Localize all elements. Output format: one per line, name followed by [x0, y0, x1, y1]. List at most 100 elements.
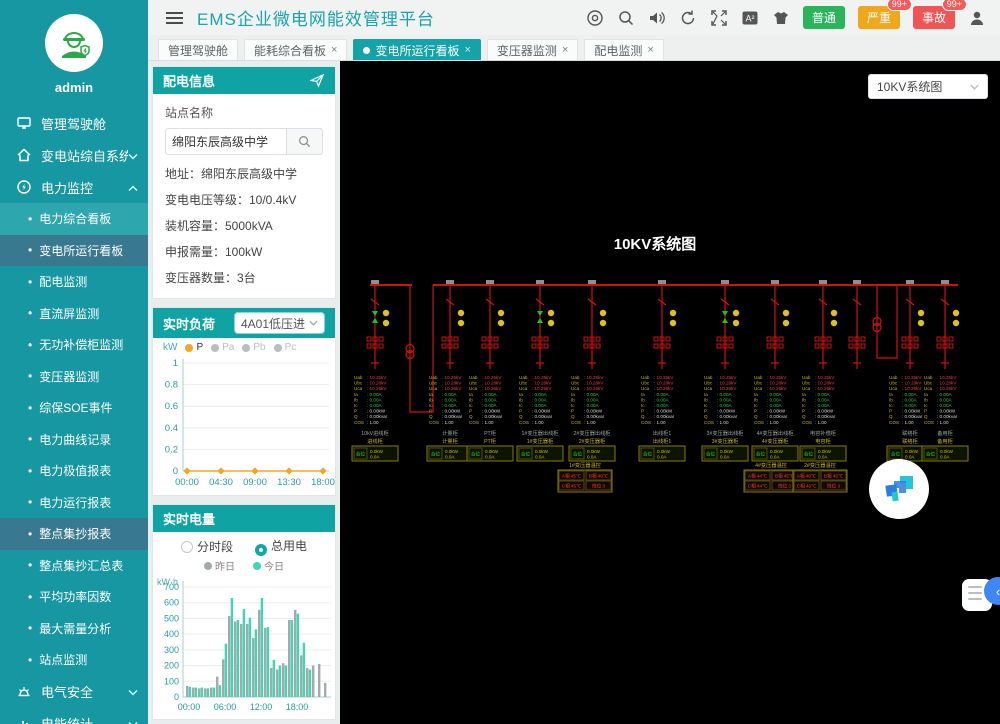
- search-icon[interactable]: [617, 9, 635, 27]
- svg-text:B相 46℃: B相 46℃: [589, 473, 608, 480]
- alarm-badge-严重[interactable]: 严重99+: [858, 6, 900, 29]
- svg-text:: 0.00kvar: : 0.00kvar: [482, 414, 503, 419]
- tab-变电所运行看板[interactable]: 变电所运行看板×: [353, 39, 480, 60]
- svg-text:合位: 合位: [756, 451, 766, 458]
- diagram-select[interactable]: 10KV系统图: [868, 74, 988, 99]
- menu-toggle-icon[interactable]: [166, 9, 183, 27]
- svg-text:: 1.00: : 1.00: [482, 420, 494, 425]
- svg-text:0.0kW: 0.0kW: [940, 449, 954, 454]
- sidebar-item-无功补偿柜监测[interactable]: •无功补偿柜监测: [0, 329, 148, 361]
- svg-text:Uab: Uab: [354, 375, 363, 380]
- legend-item-Pa[interactable]: Pa: [211, 342, 234, 353]
- avatar[interactable]: [45, 14, 103, 72]
- tab-变压器监测[interactable]: 变压器监测×: [487, 39, 578, 60]
- sidebar-item-整点集抄汇总表[interactable]: •整点集抄汇总表: [0, 550, 148, 582]
- sidebar-item-综保SOE事件[interactable]: •综保SOE事件: [0, 392, 148, 424]
- svg-text:计量柜: 计量柜: [442, 429, 458, 437]
- home-icon: [16, 147, 32, 163]
- svg-text:: 10.28kV: : 10.28kV: [717, 381, 737, 386]
- tab-配电监测[interactable]: 配电监测×: [584, 39, 663, 60]
- sidebar-item-变电所运行看板[interactable]: •变电所运行看板: [0, 235, 148, 267]
- font-size-icon[interactable]: A²: [741, 9, 759, 27]
- sidebar-item-管理驾驶舱[interactable]: 管理驾驶舱: [0, 107, 148, 139]
- refresh-icon[interactable]: [679, 9, 697, 27]
- svg-text:Q: Q: [704, 414, 708, 419]
- tab-close-icon[interactable]: ×: [331, 44, 337, 56]
- svg-text:0.0A: 0.0A: [445, 455, 455, 460]
- sidebar-item-电气安全[interactable]: 电气安全: [0, 676, 148, 708]
- sidebar-item-电力监控[interactable]: 电力监控: [0, 171, 148, 203]
- alarm-badge-普通[interactable]: 普通: [803, 6, 845, 29]
- svg-text:P: P: [571, 409, 574, 414]
- sidebar-item-最大需量分析[interactable]: •最大需量分析: [0, 613, 148, 645]
- svg-text:09:00: 09:00: [243, 477, 267, 488]
- realtime-energy-card: 实时电量 分时段总用电 昨日今日 kW·h0100200300400500600…: [152, 504, 336, 720]
- svg-text:COS: COS: [469, 420, 479, 425]
- sidebar-item-电力综合看板[interactable]: •电力综合看板: [0, 203, 148, 235]
- legend-item-昨日[interactable]: 昨日: [204, 558, 235, 573]
- legend-item-今日[interactable]: 今日: [253, 558, 284, 573]
- sidebar-item-变压器监测[interactable]: •变压器监测: [0, 361, 148, 393]
- svg-text:: 0.00A: : 0.00A: [584, 397, 599, 402]
- sidebar-item-变电站综自系统[interactable]: 变电站综自系统: [0, 139, 148, 171]
- svg-text:Ia: Ia: [641, 392, 645, 397]
- tab-管理驾驶舱[interactable]: 管理驾驶舱: [158, 39, 238, 60]
- svg-text:1#变压器出线柜: 1#变压器出线柜: [522, 429, 559, 437]
- sidebar-item-整点集抄报表[interactable]: •整点集抄报表: [0, 518, 148, 550]
- svg-text:C相 45℃: C相 45℃: [562, 483, 581, 490]
- sidebar-item-平均功率因数[interactable]: •平均功率因数: [0, 581, 148, 613]
- svg-text:备用柜: 备用柜: [937, 429, 953, 437]
- floating-side-widget[interactable]: ‹: [962, 577, 1000, 613]
- bullet-icon: •: [28, 306, 32, 320]
- svg-text:Uab: Uab: [924, 375, 933, 380]
- svg-text:合位: 合位: [926, 451, 936, 458]
- svg-text:: 1.00: : 1.00: [902, 420, 914, 425]
- bullet-icon: •: [28, 527, 32, 541]
- send-icon[interactable]: [310, 73, 325, 88]
- sidebar-item-电力运行报表[interactable]: •电力运行报表: [0, 487, 148, 519]
- site-search-button[interactable]: [287, 128, 323, 155]
- theme-icon[interactable]: [772, 9, 790, 27]
- info-field: 变电电压等级：10/0.4kV: [165, 191, 323, 208]
- legend-item-Pb[interactable]: Pb: [242, 342, 265, 353]
- user-icon[interactable]: [968, 9, 986, 27]
- radio-分时段[interactable]: 分时段: [181, 538, 233, 555]
- svg-text:Uca: Uca: [889, 386, 898, 391]
- realtime-load-header: 实时负荷 4A01低压进: [153, 308, 335, 338]
- tab-能耗综合看板[interactable]: 能耗综合看板×: [244, 39, 347, 60]
- svg-text:Uca: Uca: [802, 386, 811, 391]
- svg-text:Ia: Ia: [519, 392, 523, 397]
- fullscreen-icon[interactable]: [710, 9, 728, 27]
- sidebar-item-电力极值报表[interactable]: •电力极值报表: [0, 455, 148, 487]
- svg-text:Ic: Ic: [924, 403, 928, 408]
- tab-close-icon[interactable]: ×: [562, 44, 568, 56]
- svg-text:3#变压器出线柜: 3#变压器出线柜: [707, 429, 744, 437]
- engineer-avatar-icon: [54, 23, 94, 63]
- svg-text:: 10.25kV: : 10.25kV: [442, 375, 462, 380]
- legend-item-P[interactable]: P: [185, 342, 203, 353]
- sidebar-subitem-label: 变压器监测: [39, 368, 138, 385]
- svg-text:合位: 合位: [356, 451, 366, 458]
- target-icon[interactable]: [586, 9, 604, 27]
- sidebar-item-直流屏监测[interactable]: •直流屏监测: [0, 298, 148, 330]
- svg-text:0.0kW: 0.0kW: [720, 449, 734, 454]
- legend-label: P: [196, 342, 203, 353]
- radio-总用电[interactable]: 总用电: [255, 537, 307, 556]
- load-feeder-select[interactable]: 4A01低压进: [234, 312, 325, 334]
- alarm-badge-事故[interactable]: 事故99+: [913, 6, 955, 29]
- info-field: 装机容量：5000kVA: [165, 217, 323, 234]
- tab-close-icon[interactable]: ×: [647, 44, 653, 56]
- sidebar-item-电力曲线记录[interactable]: •电力曲线记录: [0, 424, 148, 456]
- tab-close-icon[interactable]: ×: [464, 44, 470, 56]
- svg-text:: 0.00A: : 0.00A: [717, 397, 732, 402]
- site-name-input[interactable]: [165, 128, 287, 155]
- sidebar-item-电能统计[interactable]: 电能统计: [0, 708, 148, 724]
- svg-text:: 10.26kV: : 10.26kV: [937, 386, 957, 391]
- volume-icon[interactable]: [648, 9, 666, 27]
- sidebar-item-配电监测[interactable]: •配电监测: [0, 266, 148, 298]
- sidebar-item-站点监测[interactable]: •站点监测: [0, 644, 148, 676]
- legend-item-Pc[interactable]: Pc: [274, 342, 297, 353]
- distribution-info-card: 配电信息 站点名称 地址：绵: [152, 66, 336, 299]
- svg-text:A相 44℃: A相 44℃: [748, 473, 767, 480]
- svg-text:Ic: Ic: [354, 403, 358, 408]
